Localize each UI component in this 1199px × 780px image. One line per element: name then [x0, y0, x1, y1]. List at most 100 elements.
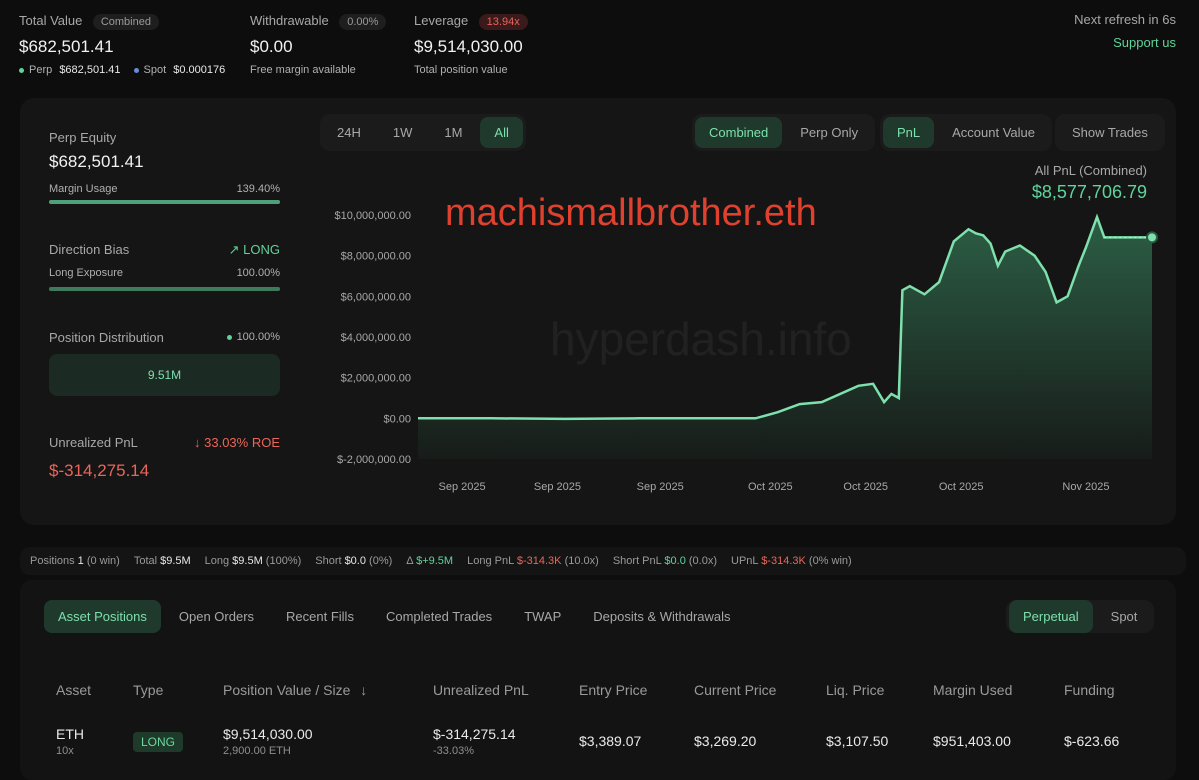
stat-long-pnl-x: (10.0x): [564, 555, 599, 567]
y-tick-label: $6,000,000.00: [341, 291, 411, 303]
row-current-price: $3,269.20: [694, 733, 757, 749]
stat-short-pnl-value: $0.0: [664, 555, 686, 567]
stat-delta: Δ $+9.5M: [406, 555, 453, 567]
row-unrealized-pnl: $-314,275.14: [433, 726, 516, 742]
refresh-text: Next refresh in 6s: [1074, 12, 1176, 27]
col-position-value[interactable]: Position Value / Size ↓: [223, 682, 367, 698]
stat-short-pct: (0%): [369, 555, 393, 567]
show-trades-button[interactable]: Show Trades: [1058, 117, 1162, 148]
x-tick-label: Sep 2025: [637, 481, 684, 493]
stat-positions-label: Positions: [30, 555, 75, 567]
y-tick-label: $8,000,000.00: [341, 251, 411, 263]
stat-short-pnl-x: (0.0x): [688, 555, 718, 567]
col-asset[interactable]: Asset: [56, 682, 91, 698]
col-liq-price[interactable]: Liq. Price: [826, 682, 884, 698]
position-distribution-value: 100.00%: [236, 331, 280, 343]
stat-long-label: Long: [204, 555, 230, 567]
tab-view-combined[interactable]: Combined: [695, 117, 783, 148]
support-link[interactable]: Support us: [1113, 35, 1176, 50]
row-position-value: $9,514,030.00: [223, 726, 313, 742]
leverage-label: Leverage: [414, 13, 469, 28]
tab-completed-trades[interactable]: Completed Trades: [372, 600, 506, 633]
tab-twap[interactable]: TWAP: [510, 600, 575, 633]
row-type-badge: LONG: [133, 732, 184, 752]
col-current-price[interactable]: Current Price: [694, 682, 776, 698]
x-tick-label: Oct 2025: [748, 481, 793, 493]
withdrawable-badge: 0.00%: [339, 14, 387, 30]
stat-long-pct: (100%): [265, 555, 302, 567]
col-entry-price[interactable]: Entry Price: [579, 682, 647, 698]
watermark: hyperdash.info: [550, 313, 852, 365]
margin-usage-value: 139.40%: [236, 183, 280, 195]
margin-usage-fill: [49, 200, 280, 204]
row-liq-price: $3,107.50: [826, 733, 889, 749]
tab-spot[interactable]: Spot: [1097, 600, 1152, 633]
trend-up-icon: ↗: [228, 242, 240, 257]
col-margin-used[interactable]: Margin Used: [933, 682, 1012, 698]
arrow-down-icon[interactable]: ↓: [360, 682, 367, 698]
margin-usage-label: Margin Usage: [49, 183, 118, 195]
col-unrealized-pnl[interactable]: Unrealized PnL: [433, 682, 529, 698]
distribution-dot-icon: [226, 334, 232, 340]
y-tick-label: $0.00: [383, 413, 411, 425]
row-leverage: 10x: [56, 745, 74, 757]
stat-upnl-label: UPnL: [731, 555, 759, 567]
x-tick-label: Sep 2025: [534, 481, 581, 493]
stat-long-value: $9.5M: [232, 555, 263, 567]
y-tick-label: $10,000,000.00: [335, 210, 411, 222]
long-exposure-bar: [49, 287, 280, 291]
stat-short: Short $0.0 (0%): [315, 555, 392, 567]
tab-recent-fills[interactable]: Recent Fills: [272, 600, 368, 633]
stat-long-pnl-value: $-314.3K: [516, 555, 562, 567]
unrealized-pnl-value: $-314,275.14: [49, 461, 150, 480]
position-tabs: Asset Positions Open Orders Recent Fills…: [44, 600, 745, 633]
total-value-block: Total Value Combined $682,501.41 Perp $6…: [19, 12, 225, 76]
withdrawable-sub: Free margin available: [250, 64, 356, 76]
perp-value: $682,501.41: [59, 64, 121, 76]
tab-perpetual[interactable]: Perpetual: [1009, 600, 1093, 633]
x-tick-label: Sep 2025: [438, 481, 485, 493]
leverage-value: $9,514,030.00: [414, 37, 523, 56]
tab-metric-account-value[interactable]: Account Value: [938, 117, 1049, 148]
pnl-title: All PnL (Combined): [1034, 163, 1147, 178]
perp-spot-breakdown: Perp $682,501.41 Spot $0.000176: [19, 64, 225, 76]
stat-long-pnl-label: Long PnL: [467, 555, 514, 567]
withdrawable-value: $0.00: [250, 37, 293, 56]
tab-range-24h[interactable]: 24H: [323, 117, 375, 148]
stat-total: Total $9.5M: [134, 555, 191, 567]
roe-value: 33.03% ROE: [204, 435, 280, 450]
metric-tabs: PnL Account Value: [880, 114, 1053, 151]
tab-open-orders[interactable]: Open Orders: [165, 600, 268, 633]
stat-short-pnl-label: Short PnL: [612, 555, 662, 567]
row-asset[interactable]: ETH: [56, 726, 84, 742]
market-tabs: Perpetual Spot: [1006, 600, 1155, 633]
tab-asset-positions[interactable]: Asset Positions: [44, 600, 161, 633]
x-tick-label: Oct 2025: [843, 481, 888, 493]
col-funding[interactable]: Funding: [1064, 682, 1115, 698]
last-point-marker[interactable]: [1146, 231, 1158, 244]
trades-toggle: Show Trades: [1055, 114, 1165, 151]
position-distribution-box[interactable]: 9.51M: [49, 354, 280, 396]
tab-range-1m[interactable]: 1M: [430, 117, 476, 148]
perp-label: Perp: [29, 64, 53, 76]
position-distribution: 100.00%: [200, 331, 280, 343]
stat-delta-label: Δ: [406, 555, 414, 567]
row-margin-used: $951,403.00: [933, 733, 1011, 749]
stat-long: Long $9.5M (100%): [205, 555, 302, 567]
col-type[interactable]: Type: [133, 682, 163, 698]
tab-deposits-withdrawals[interactable]: Deposits & Withdrawals: [579, 600, 744, 633]
combined-badge: Combined: [92, 14, 159, 30]
stat-total-value: $9.5M: [160, 555, 191, 567]
perp-equity-value: $682,501.41: [49, 152, 144, 171]
stat-positions: Positions 1 (0 win): [30, 555, 120, 567]
view-tabs: Combined Perp Only: [692, 114, 876, 151]
row-position-size: 2,900.00 ETH: [223, 745, 291, 757]
tab-range-all[interactable]: All: [480, 117, 523, 148]
tab-range-1w[interactable]: 1W: [379, 117, 427, 148]
tab-metric-pnl[interactable]: PnL: [883, 117, 935, 148]
username-overlay: machismallbrother.eth: [445, 192, 817, 234]
arrow-down-icon: ↓: [194, 435, 201, 450]
tab-view-perp-only[interactable]: Perp Only: [786, 117, 872, 148]
direction-bias: ↗ LONG: [200, 242, 280, 258]
x-tick-label: Nov 2025: [1062, 481, 1109, 493]
